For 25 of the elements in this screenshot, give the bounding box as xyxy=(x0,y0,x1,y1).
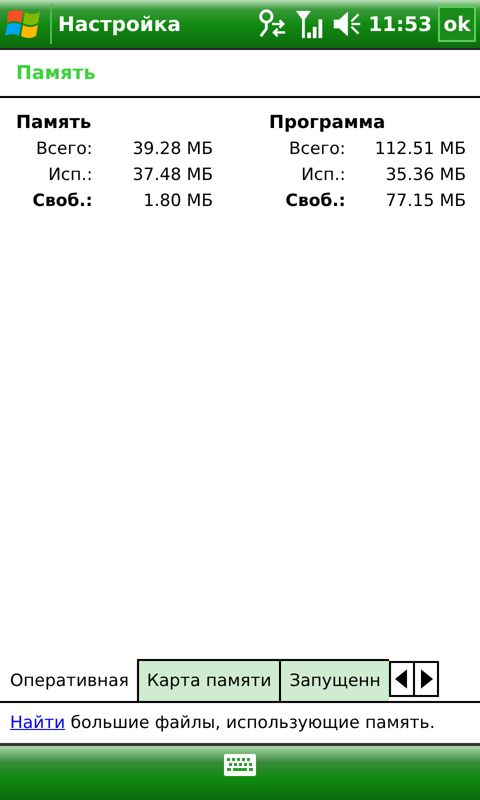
tab[interactable]: Запущенн xyxy=(279,659,389,701)
keyboard-icon[interactable] xyxy=(224,754,256,776)
tab-scroll-control[interactable] xyxy=(388,661,439,697)
section-heading: Память xyxy=(16,112,92,133)
stat-label: Всего: xyxy=(35,139,93,159)
stat-label: Своб.: xyxy=(284,191,346,211)
stat-value: 1.80 МБ xyxy=(142,191,213,211)
tab[interactable]: Карта памяти xyxy=(136,659,280,701)
ok-button[interactable]: ok xyxy=(438,6,476,42)
clock-time: 11:53 xyxy=(368,12,432,36)
stat-label: Исп.: xyxy=(47,165,93,185)
stat-label: Исп.: xyxy=(300,165,346,185)
find-link[interactable]: Найти xyxy=(10,713,66,733)
stat-label: Всего: xyxy=(288,139,346,159)
stat-value: 112.51 МБ xyxy=(374,139,466,159)
stat-value: 77.15 МБ xyxy=(384,191,466,211)
right-arrow-icon[interactable] xyxy=(420,669,433,689)
stat-label: Своб.: xyxy=(31,191,93,211)
left-arrow-icon[interactable] xyxy=(394,669,407,689)
stat-value: 39.28 МБ xyxy=(132,139,213,159)
stat-value: 35.36 МБ xyxy=(384,165,466,185)
window-title: Настройка xyxy=(58,12,182,36)
stat-value: 37.48 МБ xyxy=(132,165,213,185)
section-heading: Программа xyxy=(269,112,386,133)
page-header: Память xyxy=(0,50,480,98)
